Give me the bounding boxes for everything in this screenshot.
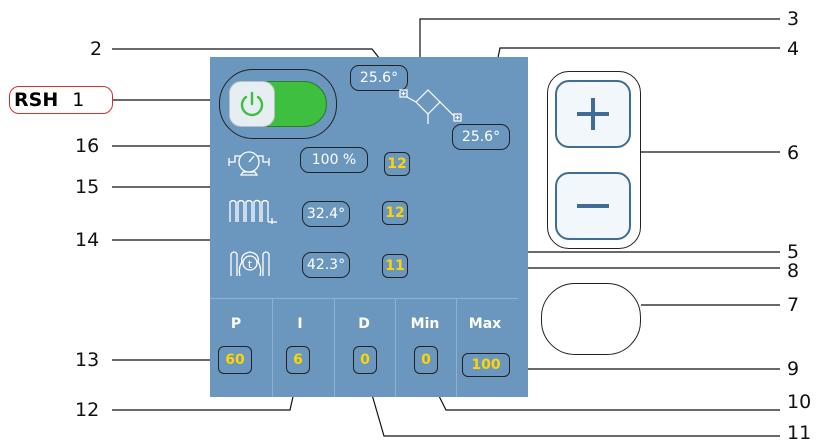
callout-2: 2 bbox=[90, 38, 103, 60]
boiler-badge: 11 bbox=[382, 254, 408, 278]
callout-12: 12 bbox=[75, 399, 100, 421]
pid-header-max: Max bbox=[468, 316, 502, 332]
pid-col-divider bbox=[334, 298, 335, 397]
callout-3: 3 bbox=[787, 8, 800, 30]
callout-10: 10 bbox=[787, 391, 812, 413]
pid-col-divider bbox=[456, 298, 457, 397]
plus-icon bbox=[577, 98, 609, 130]
power-icon bbox=[240, 91, 264, 117]
pid-col-divider bbox=[272, 298, 273, 397]
pid-value-d[interactable]: 0 bbox=[353, 346, 377, 374]
pump-percent-display: 100 % bbox=[300, 147, 368, 173]
decrease-button[interactable] bbox=[555, 172, 631, 240]
pid-value-max[interactable]: 100 bbox=[462, 353, 510, 377]
callout-11: 11 bbox=[787, 422, 812, 444]
pid-header-d: D bbox=[358, 316, 370, 332]
svg-text:t: t bbox=[248, 258, 253, 271]
callout-14: 14 bbox=[75, 229, 100, 251]
pid-value-i[interactable]: 6 bbox=[286, 346, 310, 374]
callout-9: 9 bbox=[787, 358, 800, 380]
device-tag-label: RSH bbox=[14, 89, 59, 111]
pid-header-min: Min bbox=[410, 316, 440, 332]
callout-13: 13 bbox=[75, 349, 100, 371]
callout-8: 8 bbox=[787, 260, 800, 282]
boiler-thermometer-icon: t bbox=[230, 251, 270, 277]
pid-divider bbox=[210, 298, 518, 299]
callout-4: 4 bbox=[787, 38, 800, 60]
callout-6: 6 bbox=[787, 142, 800, 164]
back-button[interactable] bbox=[541, 283, 641, 355]
pid-value-min[interactable]: 0 bbox=[414, 346, 438, 374]
pid-col-divider bbox=[395, 298, 396, 397]
device-tag: RSH 1 bbox=[9, 86, 113, 114]
pid-value-p[interactable]: 60 bbox=[218, 346, 252, 374]
pump-badge: 12 bbox=[384, 152, 410, 176]
callout-7: 7 bbox=[787, 294, 800, 316]
increase-button[interactable] bbox=[555, 80, 631, 148]
minus-icon bbox=[577, 204, 609, 208]
power-toggle-knob[interactable] bbox=[229, 81, 275, 127]
radiator-badge: 12 bbox=[382, 201, 408, 225]
pump-icon bbox=[228, 151, 270, 176]
right-temp-display: 25.6° bbox=[452, 124, 510, 150]
callout-15: 15 bbox=[75, 176, 100, 198]
radiator-temp-display: 32.4° bbox=[302, 201, 350, 227]
pid-header-p: P bbox=[230, 316, 242, 332]
back-arrow-icon bbox=[562, 295, 625, 351]
radiator-icon bbox=[229, 199, 277, 224]
boiler-temp-display: 42.3° bbox=[302, 252, 350, 278]
pid-header-i: I bbox=[297, 316, 303, 332]
callout-1: 1 bbox=[72, 89, 85, 111]
callout-16: 16 bbox=[75, 135, 100, 157]
